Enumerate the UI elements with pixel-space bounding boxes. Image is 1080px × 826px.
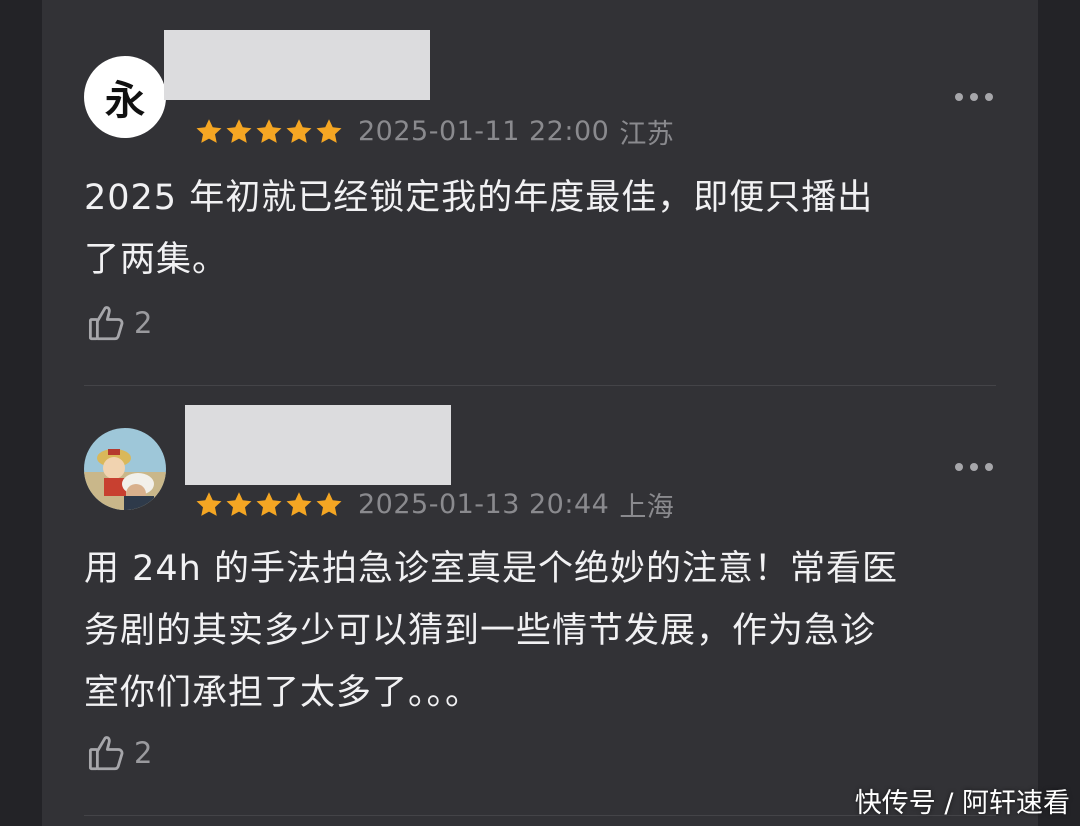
- star-icon: [316, 118, 342, 143]
- star-icon: [256, 491, 282, 516]
- like-count: 2: [134, 306, 153, 340]
- like-button[interactable]: 2: [86, 302, 152, 344]
- dot-icon: [970, 463, 978, 471]
- comment-text-line: 了两集。: [84, 240, 229, 280]
- more-options-button[interactable]: [955, 463, 993, 471]
- comment-text-line: 用 24h 的手法拍急诊室真是个绝妙的注意！常看医: [84, 549, 898, 589]
- comment-text-line: 务剧的其实多少可以猜到一些情节发展，作为急诊: [84, 611, 877, 651]
- like-count: 2: [134, 736, 153, 770]
- dot-icon: [955, 463, 963, 471]
- dot-icon: [985, 93, 993, 101]
- comment-text: 2025 年初就已经锁定我的年度最佳，即便只播出 了两集。: [84, 167, 873, 291]
- user-avatar[interactable]: [84, 428, 166, 510]
- comment-timestamp: 2025-01-11 22:00: [358, 116, 610, 147]
- star-icon: [286, 491, 312, 516]
- star-rating: [194, 117, 344, 147]
- comment-divider: [84, 385, 996, 386]
- star-icon: [226, 491, 252, 516]
- star-icon: [286, 118, 312, 143]
- star-icon: [196, 491, 222, 516]
- comment-text: 用 24h 的手法拍急诊室真是个绝妙的注意！常看医 务剧的其实多少可以猜到一些情…: [84, 538, 898, 724]
- redacted-username[interactable]: [185, 405, 451, 485]
- rating-row: 2025-01-11 22:00 江苏: [194, 112, 674, 151]
- star-icon: [256, 118, 282, 143]
- comment-location: 江苏: [619, 119, 675, 150]
- redacted-username[interactable]: [164, 30, 430, 100]
- dot-icon: [955, 93, 963, 101]
- thumbs-up-icon: [88, 306, 124, 341]
- star-icon: [316, 491, 342, 516]
- like-button[interactable]: 2: [86, 732, 152, 774]
- anime-avatar-icon: [84, 428, 166, 510]
- star-icon: [196, 118, 222, 143]
- user-avatar[interactable]: 永: [84, 56, 166, 138]
- left-edge: [0, 0, 42, 826]
- star-icon: [226, 118, 252, 143]
- comment-location: 上海: [619, 492, 675, 523]
- rating-row: 2025-01-13 20:44 上海: [194, 485, 674, 524]
- avatar-glyph: 永: [105, 77, 145, 124]
- comment-text-line: 室你们承担了太多了。。。: [84, 673, 482, 713]
- watermark: 快传号 / 阿轩速看: [854, 788, 1070, 819]
- comment-timestamp: 2025-01-13 20:44: [358, 489, 610, 520]
- more-options-button[interactable]: [955, 93, 993, 101]
- thumbs-up-icon: [88, 736, 124, 771]
- dot-icon: [985, 463, 993, 471]
- right-edge: [1038, 0, 1080, 826]
- comment-list: 永 2025-01-11 22:00 江苏 2025 年初就已经锁定我的年度最佳…: [42, 0, 1038, 826]
- star-rating: [194, 490, 344, 520]
- comment-text-line: 2025 年初就已经锁定我的年度最佳，即便只播出: [84, 178, 874, 218]
- dot-icon: [970, 93, 978, 101]
